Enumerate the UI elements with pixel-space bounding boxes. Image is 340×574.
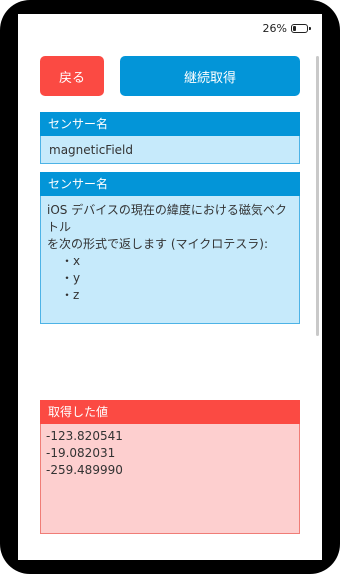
sensor-name-header: センサー名 [40,112,300,136]
sensor-description-body: iOS デバイスの現在の緯度における磁気ベクトル を次の形式で返します (マイク… [40,196,300,324]
result-values: -123.820541 -19.082031 -259.489990 [40,424,300,534]
sensor-description-header: センサー名 [40,172,300,196]
result-header: 取得した値 [40,400,300,424]
result-value-z: -259.489990 [46,463,123,477]
app-screen: 26% 戻る 継続取得 センサー名 magneticField センサー名 iO… [18,14,322,560]
sensor-description-panel: センサー名 iOS デバイスの現在の緯度における磁気ベクトル を次の形式で返しま… [40,172,300,324]
result-value-x: -123.820541 [46,429,123,443]
result-value-y: -19.082031 [46,446,116,460]
device-frame: 26% 戻る 継続取得 センサー名 magneticField センサー名 iO… [0,0,340,574]
scrollbar[interactable] [316,56,319,336]
continue-acquire-button[interactable]: 継続取得 [120,56,300,96]
battery-icon [291,24,311,33]
status-bar: 26% [262,22,311,35]
bullet-item-z: ・z [61,288,80,302]
battery-percent: 26% [262,22,287,35]
result-panel: 取得した値 -123.820541 -19.082031 -259.489990 [40,400,300,534]
back-button[interactable]: 戻る [40,56,104,96]
bullet-item-x: ・x [61,254,81,268]
sensor-name-value: magneticField [40,136,300,164]
bullet-item-y: ・y [61,271,81,285]
battery-level-fill [293,26,296,31]
description-line: を次の形式で返します (マイクロテスラ): [47,237,268,251]
description-line: iOS デバイスの現在の緯度における磁気ベクトル [47,203,287,234]
sensor-name-panel: センサー名 magneticField [40,112,300,164]
